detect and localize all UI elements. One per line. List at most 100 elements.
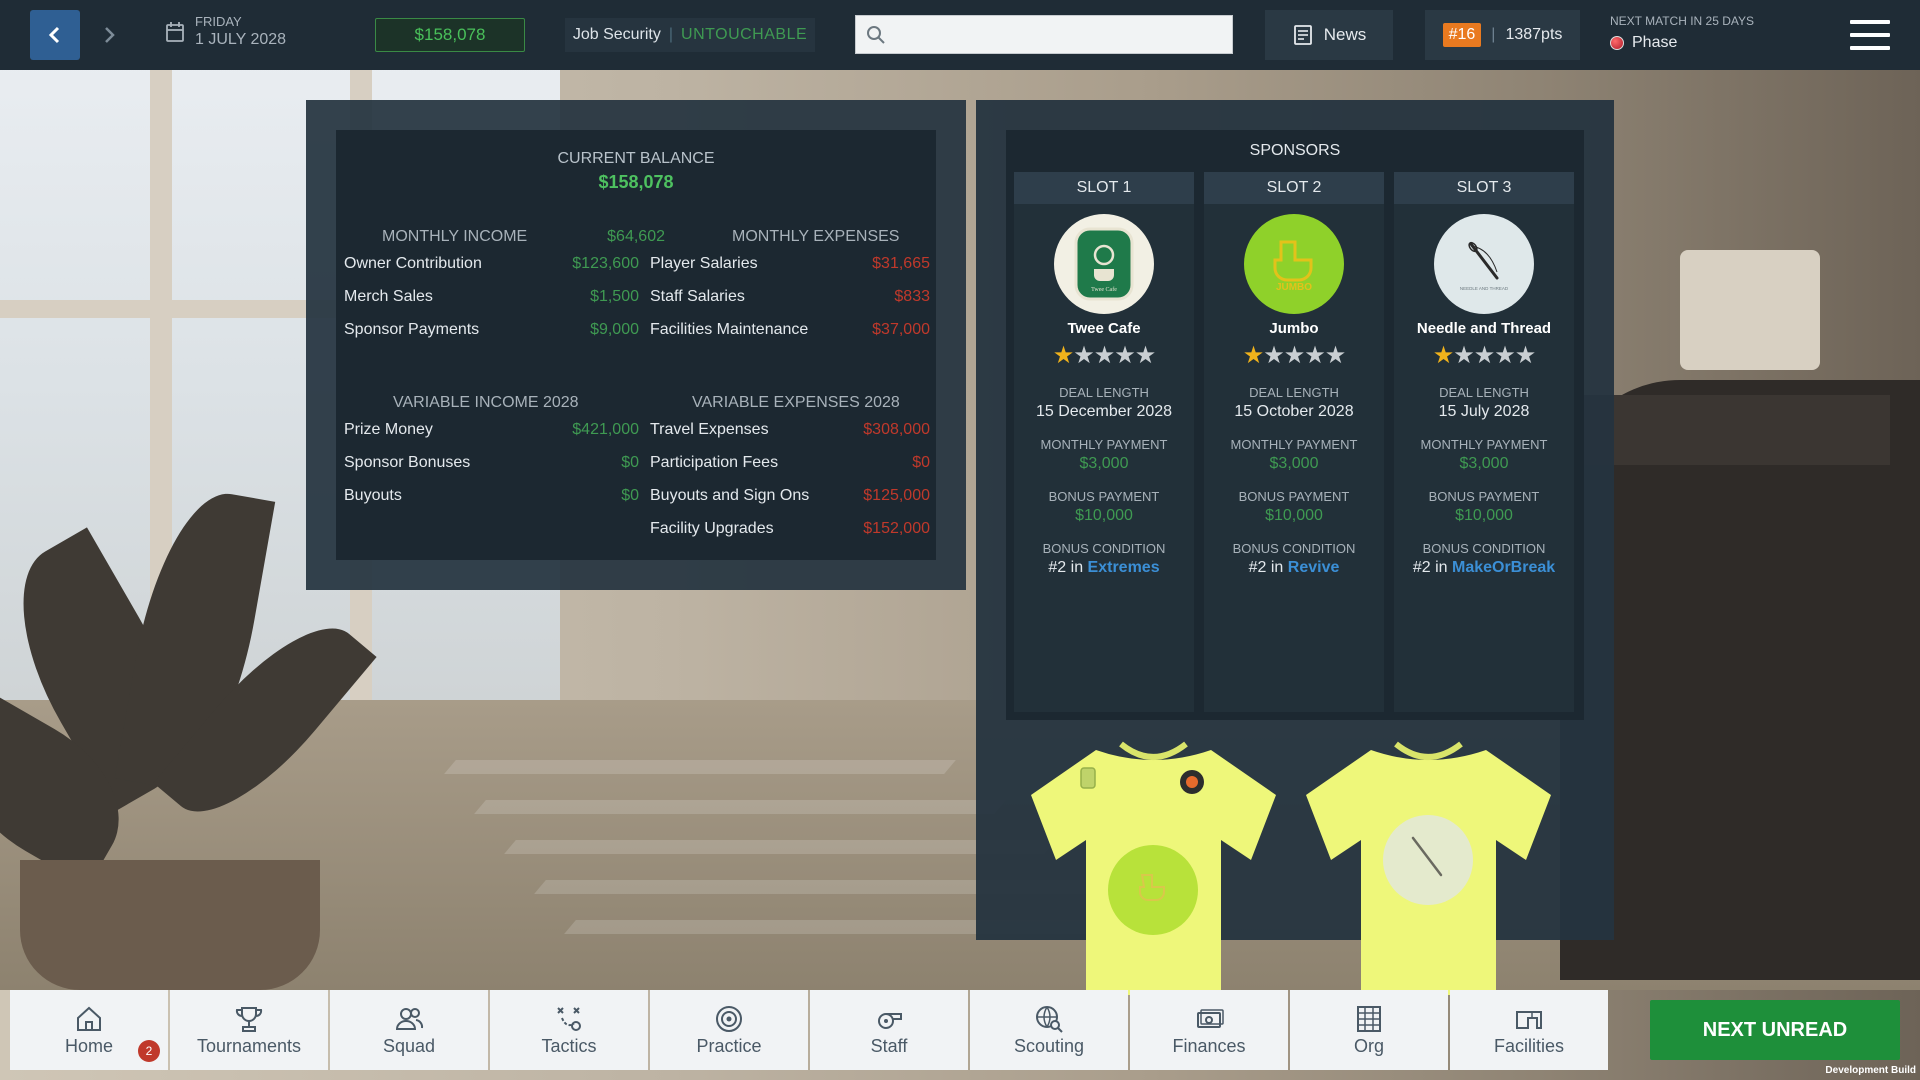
monthly-payment-label: MONTHLY PAYMENT	[1230, 437, 1358, 452]
sponsors-panel: SPONSORS SLOT 1 Twee Cafe Twee Cafe ★★★★…	[976, 100, 1614, 995]
search-input[interactable]	[894, 26, 1214, 43]
star-empty-icon: ★	[1324, 342, 1346, 369]
star-empty-icon: ★	[1093, 342, 1115, 369]
light-stripe	[474, 800, 1006, 814]
bonus-payment-value: $10,000	[1455, 507, 1513, 524]
monthly-income-label: MONTHLY INCOME	[382, 228, 528, 245]
star-empty-icon: ★	[1473, 342, 1495, 369]
logo-text: Twee Cafe	[1091, 286, 1117, 293]
tab-facilities[interactable]: Facilities	[1450, 990, 1608, 1070]
news-label: News	[1323, 25, 1367, 44]
divider: |	[668, 26, 674, 43]
expense-row: Participation Fees $0	[650, 453, 930, 473]
tab-practice[interactable]: Practice	[650, 990, 808, 1070]
building-icon	[1357, 1005, 1381, 1032]
day-of-week: FRIDAY	[195, 14, 242, 29]
whistle-icon	[878, 1012, 902, 1029]
sponsor-slot-2[interactable]: SLOT 2 JUMBO Jumbo ★★★★★ DEAL LENGTH 15 …	[1204, 172, 1384, 712]
sponsors-title: SPONSORS	[1249, 142, 1341, 159]
expense-row: Travel Expenses $308,000	[650, 420, 930, 440]
tab-staff[interactable]: Staff	[810, 990, 968, 1070]
tab-finances[interactable]: Finances	[1130, 990, 1288, 1070]
job-security[interactable]: Job Security | UNTOUCHABLE	[565, 18, 815, 52]
income-row: Merch Sales $1,500	[344, 287, 639, 307]
plant-pot	[20, 860, 320, 990]
tab-label: Practice	[696, 1035, 762, 1056]
monthly-payment-value: $3,000	[1079, 455, 1129, 472]
tab-scouting[interactable]: Scouting	[970, 990, 1128, 1070]
calendar-icon	[166, 22, 184, 42]
news-button[interactable]: News	[1265, 10, 1393, 60]
expense-row: Staff Salaries $833	[650, 287, 930, 307]
condition-team-link[interactable]: Revive	[1288, 559, 1340, 576]
bottom-nav: Home 2 Tournaments Squad Tactics Practic…	[0, 980, 1920, 1080]
background-lamp	[1680, 250, 1820, 370]
bonus-payment-label: BONUS PAYMENT	[1048, 489, 1160, 504]
sponsor-name: Needle and Thread	[1416, 320, 1552, 337]
monthly-payment-value: $3,000	[1459, 455, 1509, 472]
search-box[interactable]	[855, 15, 1233, 54]
expense-value: $0	[912, 454, 930, 471]
expense-value: $152,000	[863, 520, 930, 537]
expense-name: Buyouts and Sign Ons	[650, 487, 810, 504]
notification-badge: 2	[138, 1040, 160, 1062]
light-stripe	[504, 840, 1056, 854]
tab-label: Squad	[382, 1035, 436, 1056]
cafe-logo-icon	[1080, 767, 1096, 789]
logo-text: JUMBO	[1276, 282, 1312, 293]
monthly-payment-label: MONTHLY PAYMENT	[1040, 437, 1168, 452]
logo-text: NEEDLE AND THREAD	[1460, 286, 1509, 291]
variable-expenses-label: VARIABLE EXPENSES 2028	[692, 394, 900, 411]
back-jersey-preview	[1306, 741, 1551, 995]
squad-icon	[395, 1007, 424, 1030]
team-logo-icon	[1610, 36, 1624, 50]
back-button[interactable]	[30, 10, 80, 60]
expense-value: $125,000	[863, 487, 930, 504]
next-match[interactable]: NEXT MATCH IN 25 DAYS Phase	[1610, 14, 1754, 52]
hamburger-menu-button[interactable]	[1850, 20, 1890, 50]
expense-row: Facility Upgrades $152,000	[650, 519, 930, 539]
build-label: Development Build	[1825, 1065, 1916, 1076]
expense-value: $37,000	[872, 321, 930, 338]
tab-tournaments[interactable]: Tournaments	[170, 990, 328, 1070]
next-unread-button[interactable]: NEXT UNREAD	[1650, 1000, 1900, 1060]
expense-value: $833	[894, 288, 930, 305]
job-security-label: Job Security	[572, 26, 661, 43]
star-empty-icon: ★	[1073, 342, 1094, 369]
tab-label: Finances	[1172, 1035, 1246, 1056]
slot-header: SLOT 1	[1014, 172, 1194, 204]
sponsor-rating: ★★★★★	[1204, 343, 1384, 369]
rank-display[interactable]: #16 | 1387pts	[1425, 10, 1580, 60]
tab-home[interactable]: Home 2	[10, 990, 168, 1070]
tab-tactics[interactable]: Tactics	[490, 990, 648, 1070]
front-jersey-preview	[1031, 741, 1276, 995]
bonus-condition: #2 in MakeOrBreak	[1394, 559, 1574, 577]
tab-squad[interactable]: Squad	[330, 990, 488, 1070]
condition-team-link[interactable]: Extremes	[1088, 559, 1160, 576]
trophy-icon	[235, 1006, 263, 1032]
date-display: FRIDAY 1 JULY 2028	[165, 14, 286, 50]
expense-name: Staff Salaries	[650, 288, 745, 305]
income-row: Sponsor Payments $9,000	[344, 320, 639, 340]
sponsor-slot-1[interactable]: SLOT 1 Twee Cafe Twee Cafe ★★★★★ DEAL LE…	[1014, 172, 1194, 712]
deal-length-label: DEAL LENGTH	[1059, 385, 1149, 400]
sponsor-slot-3[interactable]: SLOT 3 NEEDLE AND THREAD Needle and Thre…	[1394, 172, 1574, 712]
monthly-payment-label: MONTHLY PAYMENT	[1420, 437, 1548, 452]
condition-team-link[interactable]: MakeOrBreak	[1452, 559, 1555, 576]
income-name: Buyouts	[344, 487, 402, 504]
expense-name: Facility Upgrades	[650, 520, 774, 537]
income-value: $9,000	[590, 321, 639, 338]
top-bar: FRIDAY 1 JULY 2028 $158,078 Job Security…	[0, 0, 1920, 70]
tab-org[interactable]: Org	[1290, 990, 1448, 1070]
chevron-left-icon	[48, 26, 60, 44]
monthly-payment-value: $3,000	[1269, 455, 1319, 472]
sponsor-name: Jumbo	[1269, 320, 1319, 337]
bonus-condition-label: BONUS CONDITION	[1422, 541, 1546, 556]
forward-button[interactable]	[84, 10, 134, 60]
balance-display[interactable]: $158,078	[375, 18, 525, 52]
slot-header: SLOT 2	[1204, 172, 1384, 204]
income-value: $1,500	[590, 288, 639, 305]
income-name: Owner Contribution	[344, 255, 482, 272]
globe-search-icon	[1036, 1005, 1063, 1033]
finance-panel: CURRENT BALANCE $158,078 MONTHLY INCOME …	[306, 100, 966, 590]
